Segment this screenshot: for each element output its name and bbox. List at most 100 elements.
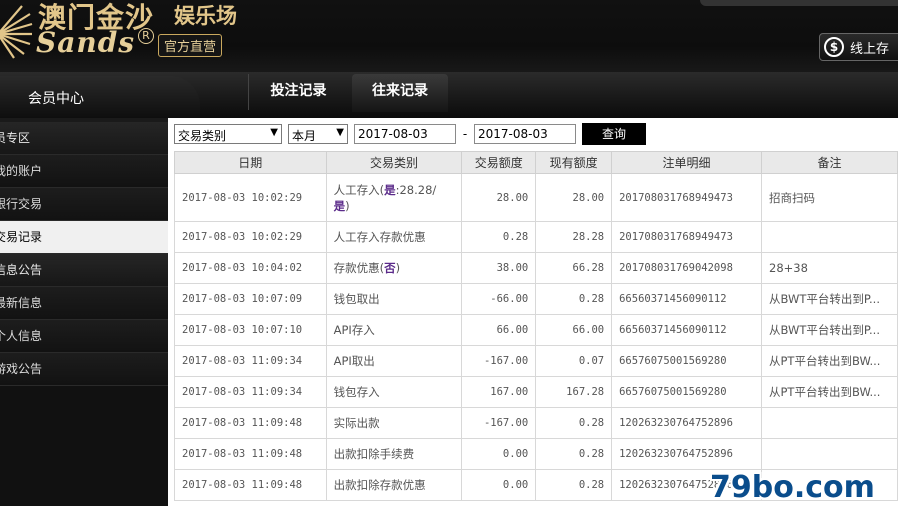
cell-type: 存款优惠(否) — [325, 252, 463, 284]
sidebar-item-transaction-records[interactable]: 交易记录 — [0, 221, 168, 254]
cell-date: 2017-08-03 10:02:29 — [174, 173, 327, 222]
cell-balance: 28.00 — [535, 173, 613, 222]
online-deposit-button[interactable]: $ 线上存 — [819, 33, 898, 61]
cell-type: 人工存入存款优惠 — [325, 221, 463, 253]
table-row: 2017-08-03 10:02:29 人工存入存款优惠 0.28 28.28 … — [174, 221, 898, 253]
cell-type-tag: 否 — [384, 261, 396, 275]
transaction-type-select[interactable]: 交易类别 ▼ — [174, 124, 282, 144]
cell-remark — [761, 407, 898, 439]
sidebar-item-member-zone[interactable]: 员专区 — [0, 122, 168, 155]
header-amount: 交易额度 — [461, 151, 537, 174]
table-row: 2017-08-03 11:09:34 钱包存入 167.00 167.28 6… — [174, 376, 898, 408]
filter-bar: 交易类别 ▼ 本月 ▼ 2017-08-03 - 2017-08-03 查询 — [174, 123, 646, 145]
cell-remark — [761, 438, 898, 470]
sidebar-item-announcements[interactable]: 信息公告 — [0, 254, 168, 287]
cell-detail: 201708031768949473 — [611, 173, 762, 222]
cell-balance: 28.28 — [535, 221, 613, 253]
sidebar-item-personal-info[interactable]: 个人信息 — [0, 320, 168, 353]
cell-detail: 120263230764752896 — [611, 407, 762, 439]
cell-detail: 66560371456090112 — [611, 283, 762, 315]
cell-amount: -167.00 — [461, 345, 537, 377]
cell-type: API取出 — [325, 345, 463, 377]
logo-chinese-subtitle: 娱乐场 — [174, 3, 237, 28]
cell-remark: 招商扫码 — [761, 173, 898, 222]
cell-type: 钱包取出 — [325, 283, 463, 315]
cell-date: 2017-08-03 11:09:48 — [174, 438, 327, 470]
cell-detail: 120263230764752896 — [611, 438, 762, 470]
cell-balance: 167.28 — [535, 376, 613, 408]
site-header: 澳门金沙 娱乐场 Sands R 官方直营 $ 线上存 — [0, 0, 898, 78]
cell-type-tag: 是 — [333, 198, 346, 213]
cell-amount: 0.00 — [461, 469, 537, 501]
cell-date: 2017-08-03 11:09:48 — [174, 469, 327, 501]
tab-transaction-records[interactable]: 往来记录 — [352, 74, 448, 112]
date-separator: - — [462, 127, 468, 141]
main-content: 交易类别 ▼ 本月 ▼ 2017-08-03 - 2017-08-03 查询 日… — [168, 118, 898, 506]
cell-balance: 0.28 — [535, 438, 613, 470]
cell-amount: 66.00 — [461, 314, 537, 346]
header-type: 交易类别 — [325, 151, 463, 174]
cell-remark: 从BWT平台转出到P... — [761, 283, 898, 315]
header-date: 日期 — [174, 151, 327, 174]
cell-amount: 38.00 — [461, 252, 537, 284]
table-row: 2017-08-03 10:04:02 存款优惠(否) 38.00 66.28 … — [174, 252, 898, 284]
cell-detail: 201708031769042098 — [611, 252, 762, 284]
header-balance: 现有额度 — [535, 151, 613, 174]
sidebar-item-bank-transactions[interactable]: 银行交易 — [0, 188, 168, 221]
cell-balance: 0.28 — [535, 469, 613, 501]
period-select[interactable]: 本月 ▼ — [288, 124, 348, 144]
sidebar-item-my-account[interactable]: 我的账户 — [0, 155, 168, 188]
header-detail: 注单明细 — [611, 151, 762, 174]
cell-date: 2017-08-03 11:09:34 — [174, 345, 327, 377]
cell-type: 出款扣除存款优惠 — [325, 469, 463, 501]
sidebar: 员专区 我的账户 银行交易 交易记录 信息公告 最新信息 个人信息 游戏公告 — [0, 122, 168, 506]
cell-date: 2017-08-03 11:09:48 — [174, 407, 327, 439]
cell-date: 2017-08-03 10:02:29 — [174, 221, 327, 253]
table-row: 2017-08-03 11:09:34 API取出 -167.00 0.07 6… — [174, 345, 898, 377]
table-row: 2017-08-03 11:09:48 出款扣除手续费 0.00 0.28 12… — [174, 438, 898, 470]
sidebar-item-latest-news[interactable]: 最新信息 — [0, 287, 168, 320]
cell-amount: 28.00 — [461, 173, 537, 222]
cell-type-tag: 是 — [384, 182, 396, 197]
transactions-table: 日期 交易类别 交易额度 现有额度 注单明细 备注 2017-08-03 10:… — [174, 151, 898, 501]
cell-amount: 0.00 — [461, 438, 537, 470]
cell-type: 人工存入(是:28.28/ 是) — [325, 173, 463, 222]
cell-balance: 66.28 — [535, 252, 613, 284]
cell-amount: 167.00 — [461, 376, 537, 408]
cell-remark — [761, 221, 898, 253]
header-remark: 备注 — [761, 151, 898, 174]
top-bar-decoration — [700, 0, 898, 6]
cell-detail: 66560371456090112 — [611, 314, 762, 346]
cell-amount: -167.00 — [461, 407, 537, 439]
table-row: 2017-08-03 10:02:29 人工存入(是:28.28/ 是) 28.… — [174, 173, 898, 222]
query-button[interactable]: 查询 — [582, 123, 646, 145]
tab-bet-records[interactable]: 投注记录 — [248, 74, 348, 110]
cell-detail: 66576075001569280 — [611, 345, 762, 377]
date-from-input[interactable]: 2017-08-03 — [354, 124, 456, 144]
sidebar-item-game-announcements[interactable]: 游戏公告 — [0, 353, 168, 386]
cell-remark: 从PT平台转出到BW... — [761, 376, 898, 408]
date-to-input[interactable]: 2017-08-03 — [474, 124, 576, 144]
cell-detail: 66576075001569280 — [611, 376, 762, 408]
cell-balance: 0.28 — [535, 283, 613, 315]
table-row: 2017-08-03 10:07:10 API存入 66.00 66.00 66… — [174, 314, 898, 346]
sunburst-logo-icon — [0, 5, 33, 59]
cell-type: 钱包存入 — [325, 376, 463, 408]
cell-type: 出款扣除手续费 — [325, 438, 463, 470]
cell-balance: 0.07 — [535, 345, 613, 377]
member-center-title: 会员中心 — [0, 76, 200, 118]
site-watermark: 79bo.com — [710, 470, 875, 505]
cell-date: 2017-08-03 10:07:10 — [174, 314, 327, 346]
cell-amount: 0.28 — [461, 221, 537, 253]
registered-mark: R — [138, 28, 154, 44]
official-badge: 官方直营 — [158, 34, 223, 57]
cell-date: 2017-08-03 10:07:09 — [174, 283, 327, 315]
logo-sands: Sands — [36, 26, 136, 59]
dropdown-arrow-icon: ▼ — [336, 127, 344, 138]
dropdown-arrow-icon: ▼ — [270, 127, 278, 138]
cell-remark: 28+38 — [761, 252, 898, 284]
dollar-icon: $ — [824, 37, 844, 57]
cell-detail: 201708031768949473 — [611, 221, 762, 253]
cell-remark: 从BWT平台转出到P... — [761, 314, 898, 346]
table-header-row: 日期 交易类别 交易额度 现有额度 注单明细 备注 — [174, 151, 898, 174]
